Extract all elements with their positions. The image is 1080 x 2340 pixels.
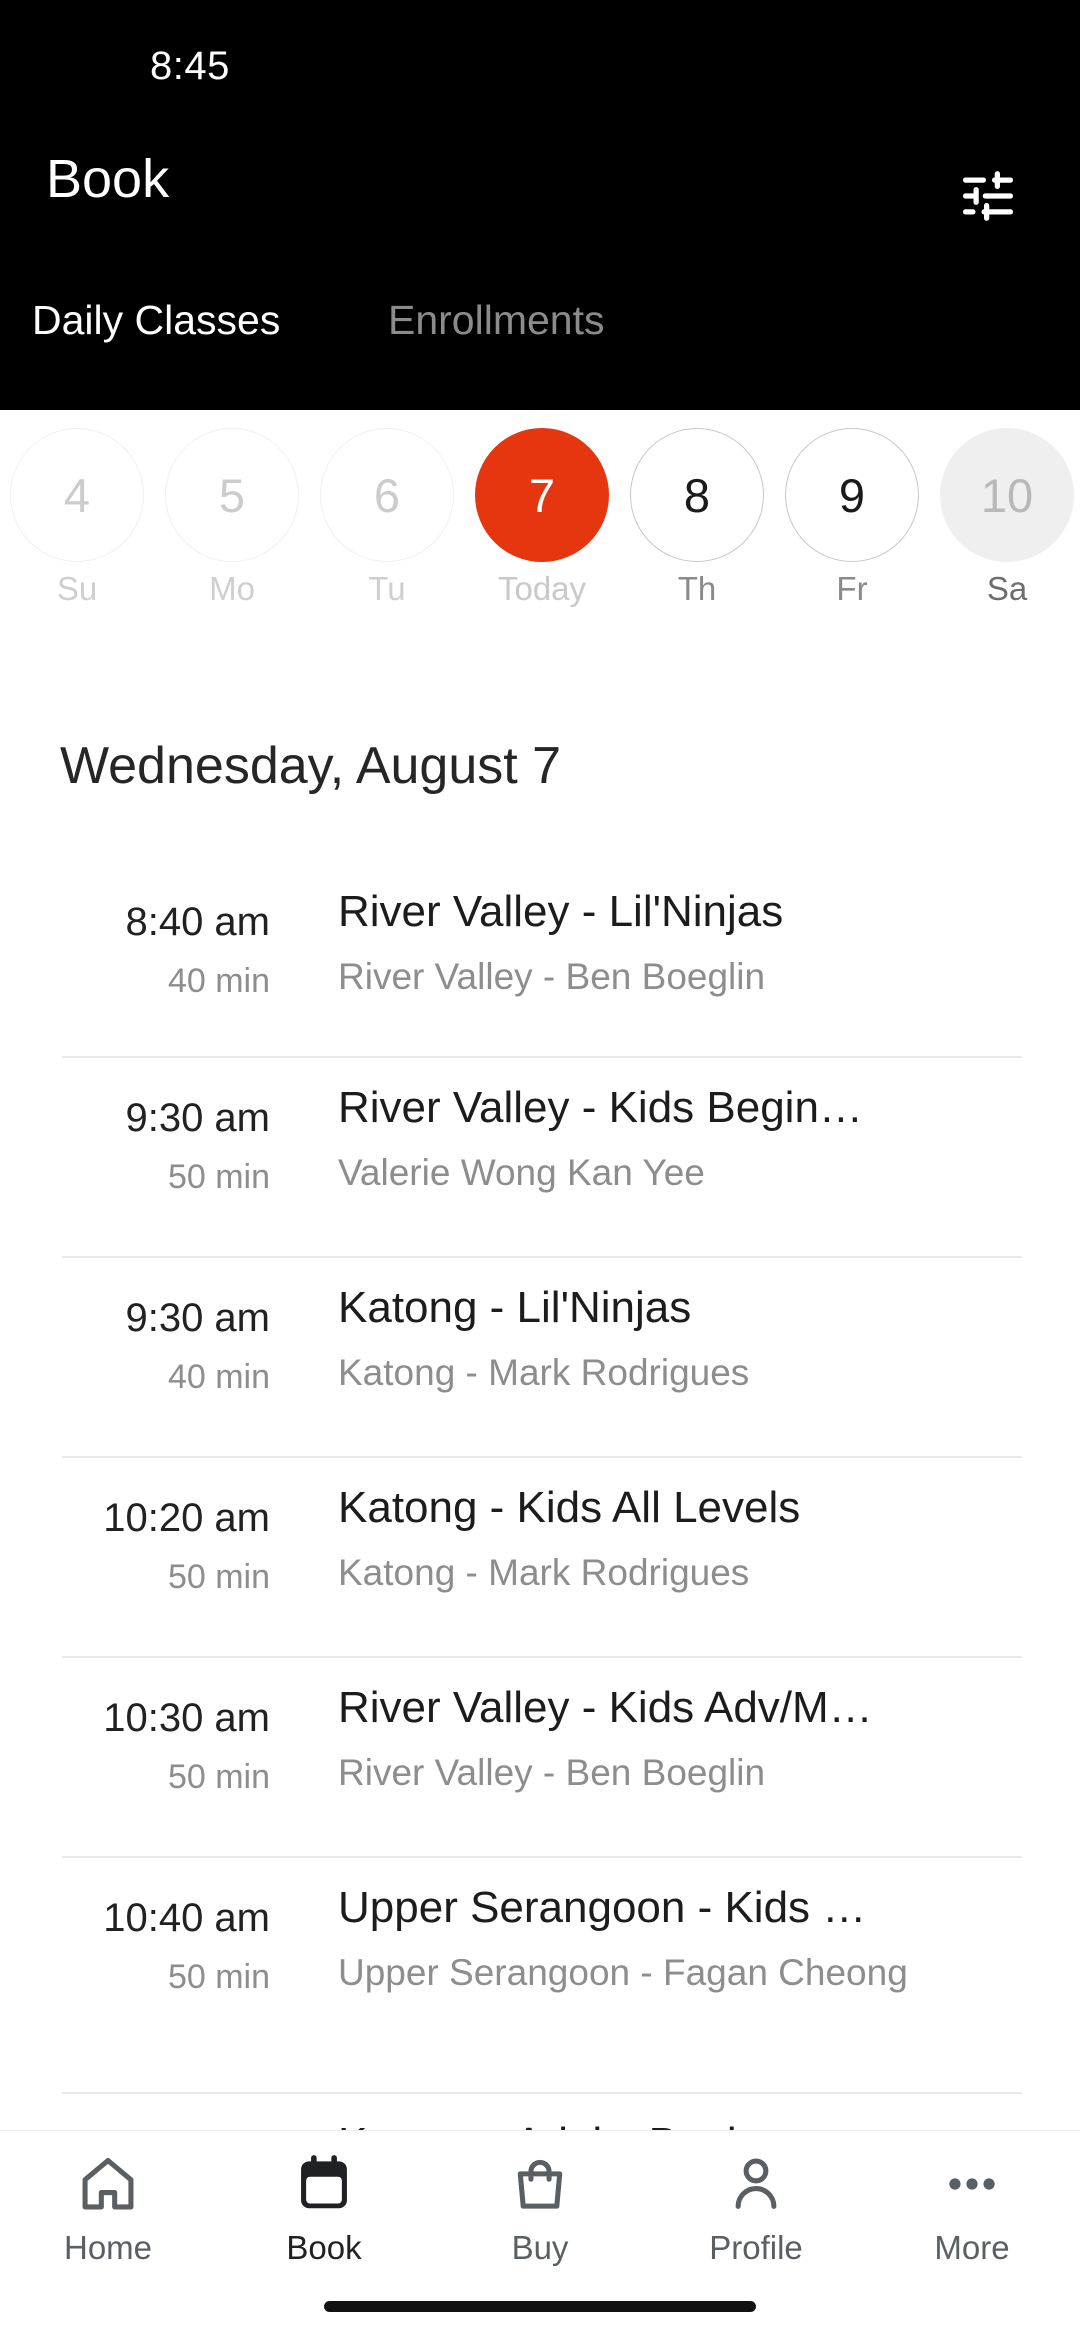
tab-bar: Daily Classes Enrollments: [0, 278, 1080, 410]
class-list-item[interactable]: 9:30 am 50 min River Valley - Kids Begin… V…: [0, 1056, 1080, 1256]
tab-daily-classes[interactable]: Daily Classes: [32, 300, 280, 341]
date-selector-strip[interactable]: 4 Su 5 Mo 6 Tu 7 Today 8 Th 9 Fr 10 Sa: [0, 410, 1080, 660]
date-number: 4: [10, 428, 144, 562]
tune-icon[interactable]: [940, 148, 1036, 244]
page-title: Book: [46, 149, 170, 209]
class-title: Katong - Kids All Levels: [338, 1484, 801, 1532]
class-title: River Valley - Kids Begin…: [338, 1084, 863, 1132]
date-cell-7[interactable]: 7 Today: [475, 428, 609, 605]
status-bar: 8:45: [0, 0, 1080, 118]
date-cell-8[interactable]: 8 Th: [630, 428, 764, 605]
date-number: 7: [475, 428, 609, 562]
class-start-time: 8:40 am: [125, 900, 270, 944]
class-start-time: 9:30 am: [125, 1096, 270, 1140]
date-day-label: Tu: [368, 570, 406, 607]
date-cell-9[interactable]: 9 Fr: [785, 428, 919, 605]
class-list-item[interactable]: 10:20 am 50 min Katong - Kids All Levels Ka…: [0, 1456, 1080, 1656]
date-number: 10: [940, 428, 1074, 562]
dots-icon: [940, 2145, 1004, 2223]
class-start-time: 10:20 am: [103, 1496, 270, 1540]
class-start-time: 10:30 am: [103, 1696, 270, 1740]
nav-item-label: Book: [286, 2229, 362, 2266]
nav-item-label: Buy: [511, 2229, 569, 2266]
app-bar: Book: [0, 118, 1080, 278]
date-number: 8: [630, 428, 764, 562]
class-duration: 40 min: [167, 1358, 270, 1396]
date-number: 6: [320, 428, 454, 562]
class-list-item[interactable]: 9:30 am 40 min Katong - Lil'Ninjas Katong -…: [0, 1256, 1080, 1456]
nav-item-home[interactable]: Home: [0, 2145, 216, 2295]
class-title: River Valley - Lil'Ninjas: [338, 888, 784, 936]
date-number: 5: [165, 428, 299, 562]
class-list-item[interactable]: 10:30 am 50 min River Valley - Kids Adv/M……: [0, 1656, 1080, 1856]
class-location-instructor: Upper Serangoon - Fagan Cheong: [338, 1952, 908, 1993]
class-location-instructor: Katong - Mark Rodrigues: [338, 1352, 750, 1393]
app-screen: 8:45 Book Daily Classes Enrollments 4 Su…: [0, 0, 1080, 2340]
date-number: 9: [785, 428, 919, 562]
date-day-label: Today: [497, 570, 587, 607]
person-icon: [724, 2145, 788, 2223]
class-list[interactable]: 8:40 am 40 min River Valley - Lil'Ninjas Ri…: [0, 860, 1080, 2130]
date-day-label: Th: [677, 570, 717, 607]
class-list-item[interactable]: 8:40 am 40 min River Valley - Lil'Ninjas Ri…: [0, 860, 1080, 1056]
class-location-instructor: River Valley - Ben Boeglin: [338, 1752, 766, 1793]
home-icon: [76, 2145, 140, 2223]
class-start-time: 10:40 am: [103, 1896, 270, 1940]
nav-item-label: Home: [63, 2229, 153, 2266]
class-location-instructor: River Valley - Ben Boeglin: [338, 956, 766, 997]
nav-item-label: More: [934, 2229, 1010, 2266]
class-title: River Valley - Kids Adv/M…: [338, 1684, 873, 1732]
class-duration: 40 min: [167, 962, 270, 1000]
date-day-label: Su: [56, 570, 98, 607]
class-location-instructor: Valerie Wong Kan Yee: [338, 1152, 705, 1193]
nav-item-book[interactable]: Book: [216, 2145, 432, 2295]
class-duration: 50 min: [167, 1758, 270, 1796]
class-title: Upper Serangoon - Kids …: [338, 1884, 867, 1932]
date-day-label: Fr: [836, 570, 868, 607]
class-location-instructor: Katong - Mark Rodrigues: [338, 1552, 750, 1593]
date-cell-5: 5 Mo: [165, 428, 299, 605]
selected-date-heading: Wednesday, August 7: [60, 737, 562, 795]
class-duration: 50 min: [167, 1558, 270, 1596]
bag-icon: [508, 2145, 572, 2223]
nav-item-profile[interactable]: Profile: [648, 2145, 864, 2295]
class-duration: 50 min: [167, 1958, 270, 1996]
calendar-icon: [292, 2145, 356, 2223]
class-duration: 50 min: [167, 1158, 270, 1196]
nav-item-label: Profile: [709, 2229, 803, 2266]
home-indicator: [324, 2301, 756, 2312]
tab-enrollments[interactable]: Enrollments: [388, 300, 604, 341]
class-list-item[interactable]: 10:40 am 50 min Upper Serangoon - Kids … Up…: [0, 1856, 1080, 2092]
header: 8:45 Book Daily Classes Enrollments: [0, 0, 1080, 410]
class-title: Katong - Lil'Ninjas: [338, 1284, 692, 1332]
date-cell-10[interactable]: 10 Sa: [940, 428, 1074, 605]
nav-item-buy[interactable]: Buy: [432, 2145, 648, 2295]
class-title: Katong - Adults Beginners: [338, 2120, 1046, 2130]
status-bar-clock: 8:45: [150, 44, 230, 88]
date-cell-6: 6 Tu: [320, 428, 454, 605]
nav-item-more[interactable]: More: [864, 2145, 1080, 2295]
class-start-time: 9:30 am: [125, 1296, 270, 1340]
date-day-label: Mo: [209, 570, 255, 607]
date-day-label: Sa: [986, 570, 1028, 607]
date-cell-4: 4 Su: [10, 428, 144, 605]
class-list-item[interactable]: 11:20 amKatong - Adults Beginners: [0, 2092, 1080, 2130]
